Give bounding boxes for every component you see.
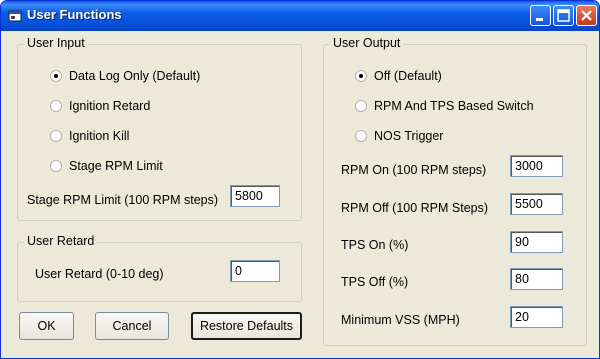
- title-bar[interactable]: User Functions: [1, 1, 599, 31]
- minimize-button[interactable]: [530, 5, 551, 26]
- tps-off-label: TPS Off (%): [341, 275, 409, 289]
- rpm-off-input[interactable]: 5500: [510, 193, 563, 215]
- tps-on-input[interactable]: 90: [510, 231, 563, 253]
- radio-label: Stage RPM Limit: [69, 159, 163, 173]
- close-button[interactable]: [576, 5, 597, 26]
- user-retard-input[interactable]: 0: [230, 260, 280, 282]
- radio-stage-rpm-limit[interactable]: Stage RPM Limit: [50, 159, 163, 173]
- radio-nos-trigger[interactable]: NOS Trigger: [355, 129, 443, 143]
- radio-rpm-tps-switch[interactable]: RPM And TPS Based Switch: [355, 99, 534, 113]
- tps-off-input[interactable]: 80: [510, 268, 563, 290]
- radio-label: Ignition Kill: [69, 129, 130, 143]
- radio-button[interactable]: [50, 100, 62, 112]
- user-functions-window: User Functions User Input Data Log Only …: [0, 0, 600, 359]
- user-output-group: User Output Off (Default) RPM And TPS Ba…: [323, 36, 587, 346]
- radio-output-off[interactable]: Off (Default): [355, 69, 442, 83]
- minimum-vss-label: Minimum VSS (MPH): [341, 313, 460, 327]
- dialog-body: User Input Data Log Only (Default) Ignit…: [5, 31, 595, 355]
- window-title: User Functions: [27, 7, 122, 22]
- radio-button[interactable]: [355, 100, 367, 112]
- radio-button[interactable]: [50, 130, 62, 142]
- maximize-icon: [557, 9, 570, 22]
- radio-label: NOS Trigger: [374, 129, 444, 143]
- stage-rpm-limit-label: Stage RPM Limit (100 RPM steps): [27, 193, 219, 207]
- radio-data-log-only[interactable]: Data Log Only (Default): [50, 69, 200, 83]
- radio-label: RPM And TPS Based Switch: [374, 99, 534, 113]
- close-icon: [581, 10, 592, 21]
- user-output-legend: User Output: [330, 36, 404, 50]
- user-input-group: User Input Data Log Only (Default) Ignit…: [17, 36, 302, 221]
- radio-label: Data Log Only (Default): [69, 69, 201, 83]
- rpm-on-input[interactable]: 3000: [510, 155, 563, 177]
- user-retard-group: User Retard User Retard (0-10 deg) 0: [17, 234, 302, 302]
- radio-button[interactable]: [355, 130, 367, 142]
- radio-ignition-kill[interactable]: Ignition Kill: [50, 129, 129, 143]
- rpm-on-label: RPM On (100 RPM steps): [341, 163, 487, 177]
- restore-defaults-button[interactable]: Restore Defaults: [191, 312, 302, 340]
- user-input-legend: User Input: [24, 36, 88, 50]
- radio-button[interactable]: [50, 160, 62, 172]
- radio-label: Off (Default): [374, 69, 442, 83]
- minimize-icon: [536, 18, 543, 21]
- cancel-button[interactable]: Cancel: [95, 312, 169, 340]
- user-retard-label: User Retard (0-10 deg): [35, 267, 164, 281]
- rpm-off-label: RPM Off (100 RPM Steps): [341, 201, 489, 215]
- tps-on-label: TPS On (%): [341, 238, 409, 252]
- radio-button-checked[interactable]: [355, 70, 367, 82]
- maximize-button[interactable]: [553, 5, 574, 26]
- radio-label: Ignition Retard: [69, 99, 151, 113]
- radio-ignition-retard[interactable]: Ignition Retard: [50, 99, 150, 113]
- minimum-vss-input[interactable]: 20: [510, 306, 563, 328]
- radio-button-checked[interactable]: [50, 70, 62, 82]
- ok-button[interactable]: OK: [19, 312, 74, 340]
- app-icon[interactable]: [8, 9, 22, 23]
- stage-rpm-limit-input[interactable]: 5800: [230, 185, 280, 207]
- user-retard-legend: User Retard: [24, 234, 98, 248]
